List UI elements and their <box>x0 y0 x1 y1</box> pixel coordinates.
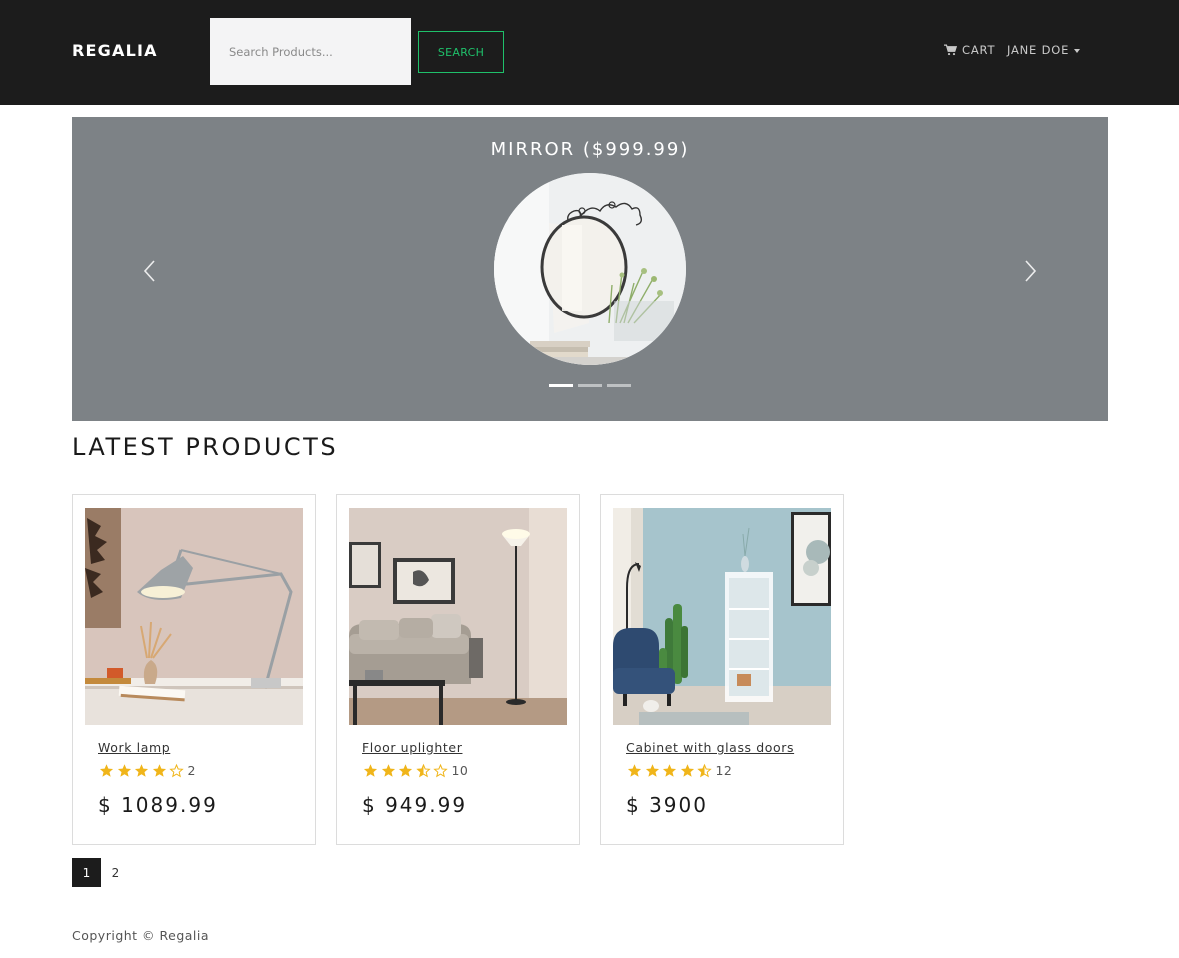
product-price: $ 3900 <box>626 793 708 817</box>
search-button[interactable]: SEARCH <box>418 31 504 73</box>
product-name-link[interactable]: Cabinet with glass doors <box>626 740 794 755</box>
star-filled-icon <box>381 764 395 777</box>
star-half-icon <box>697 763 712 778</box>
carousel-product-image[interactable] <box>494 173 686 365</box>
product-carousel: MIRROR ($999.99) <box>72 117 1108 421</box>
cart-label: CART <box>962 43 996 57</box>
product-price: $ 949.99 <box>362 793 468 817</box>
star-filled-icon <box>363 764 378 777</box>
carousel-prev-icon[interactable] <box>140 258 160 284</box>
star-half-icon <box>415 763 431 778</box>
carousel-caption[interactable]: MIRROR ($999.99) <box>72 139 1108 160</box>
product-card: Floor uplighter 10 $ 949.99 <box>336 494 580 845</box>
mirror-image <box>494 173 686 365</box>
product-name-link[interactable]: Work lamp <box>98 740 170 755</box>
star-filled-icon <box>645 764 659 777</box>
product-image[interactable] <box>85 508 303 725</box>
carousel-indicators <box>549 384 631 387</box>
carousel-indicator[interactable] <box>549 384 573 387</box>
glass-cabinet-image <box>613 508 831 725</box>
user-name: JANE DOE <box>1007 43 1070 57</box>
shopping-cart-icon <box>944 44 957 56</box>
star-empty-icon <box>169 763 184 778</box>
cart-link[interactable]: CART <box>944 43 995 57</box>
product-rating: 10 <box>363 763 468 778</box>
chevron-down-icon <box>1074 48 1081 53</box>
work-lamp-image <box>85 508 303 725</box>
section-title: LATEST PRODUCTS <box>72 433 339 461</box>
page-link-1[interactable]: 1 <box>72 858 101 887</box>
product-rating: 2 <box>99 763 196 778</box>
search-input[interactable] <box>210 18 411 85</box>
carousel-indicator[interactable] <box>607 384 631 387</box>
navbar: REGALIA SEARCH CART JANE DOE <box>0 0 1179 105</box>
star-filled-icon <box>680 764 694 777</box>
pagination: 1 2 <box>72 858 130 887</box>
floor-uplighter-image <box>349 508 567 725</box>
product-price: $ 1089.99 <box>98 793 218 817</box>
page-link-2[interactable]: 2 <box>101 858 130 887</box>
review-count: 2 <box>187 763 196 778</box>
carousel-indicator[interactable] <box>578 384 602 387</box>
product-image[interactable] <box>613 508 831 725</box>
star-filled-icon <box>117 764 131 777</box>
star-filled-icon <box>99 764 114 777</box>
user-menu-dropdown[interactable]: JANE DOE <box>1007 43 1081 57</box>
star-empty-icon <box>433 763 448 778</box>
star-filled-icon <box>152 764 166 777</box>
carousel-next-icon[interactable] <box>1020 258 1040 284</box>
product-card: Cabinet with glass doors 12 $ 3900 <box>600 494 844 845</box>
star-filled-icon <box>398 764 413 777</box>
review-count: 10 <box>451 763 469 778</box>
footer-copyright: Copyright © Regalia <box>72 928 210 943</box>
star-filled-icon <box>134 764 149 777</box>
product-name-link[interactable]: Floor uplighter <box>362 740 462 755</box>
product-card: Work lamp 2 $ 1089.99 <box>72 494 316 845</box>
review-count: 12 <box>715 763 733 778</box>
star-filled-icon <box>662 764 677 777</box>
product-image[interactable] <box>349 508 567 725</box>
product-rating: 12 <box>627 763 732 778</box>
star-filled-icon <box>627 764 642 777</box>
brand-logo[interactable]: REGALIA <box>72 41 158 60</box>
